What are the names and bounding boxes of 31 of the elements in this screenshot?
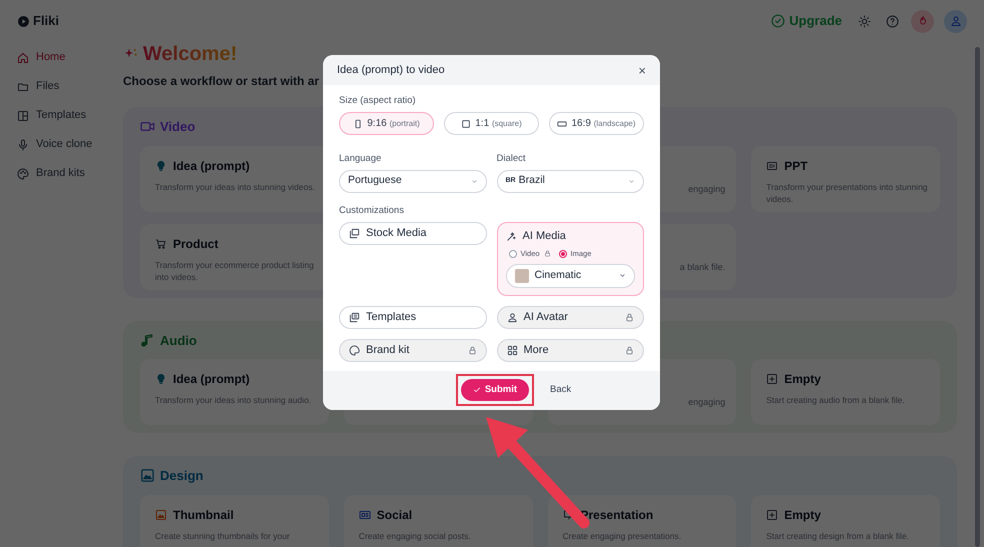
card-description: Create stunning thumbnails for your: [155, 530, 291, 542]
field-label: Size (aspect ratio): [339, 94, 417, 108]
section-title: Design: [160, 467, 204, 485]
card-title: Social: [376, 506, 412, 524]
card-description: a blank file.: [678, 260, 726, 272]
section-title: Audio: [160, 332, 197, 350]
card-description: engaging: [687, 396, 726, 408]
card-description: Create engaging social posts.: [358, 530, 472, 542]
card-title: Empty: [784, 371, 821, 388]
logo-text: Fliki: [33, 12, 60, 30]
welcome-subtitle: Choose a workflow or start with ar: [123, 73, 320, 90]
field-label: Language: [339, 152, 382, 166]
card-description: Start creating audio from a blank file.: [766, 394, 906, 406]
card-description: Create engaging presentations.: [562, 530, 682, 542]
dialog-title: Idea (prompt) to video: [337, 62, 445, 78]
card-title: Idea (prompt): [173, 158, 250, 174]
card-title: PPT: [784, 158, 808, 174]
card-title: Thumbnail: [173, 506, 234, 524]
card-title: Idea (prompt): [173, 371, 250, 388]
card-description: Start creating design from a blank file.: [766, 530, 910, 542]
section-title: Video: [160, 118, 196, 136]
card-description: Transform your presentations into stunning videos.: [766, 180, 929, 204]
field-label: Dialect: [496, 152, 527, 166]
card-description: Transform your ideas into stunning videos.: [155, 180, 316, 192]
card-description: Transform your ecommerce product listing into videos.: [155, 258, 315, 282]
card-title: Empty: [784, 506, 821, 524]
card-title: Product: [173, 236, 218, 252]
field-label: Customizations: [339, 204, 405, 218]
card-description: engaging: [687, 182, 726, 194]
option-label: AI Media: [522, 228, 567, 244]
card-description: Transform your ideas into stunning audio.: [155, 394, 312, 406]
